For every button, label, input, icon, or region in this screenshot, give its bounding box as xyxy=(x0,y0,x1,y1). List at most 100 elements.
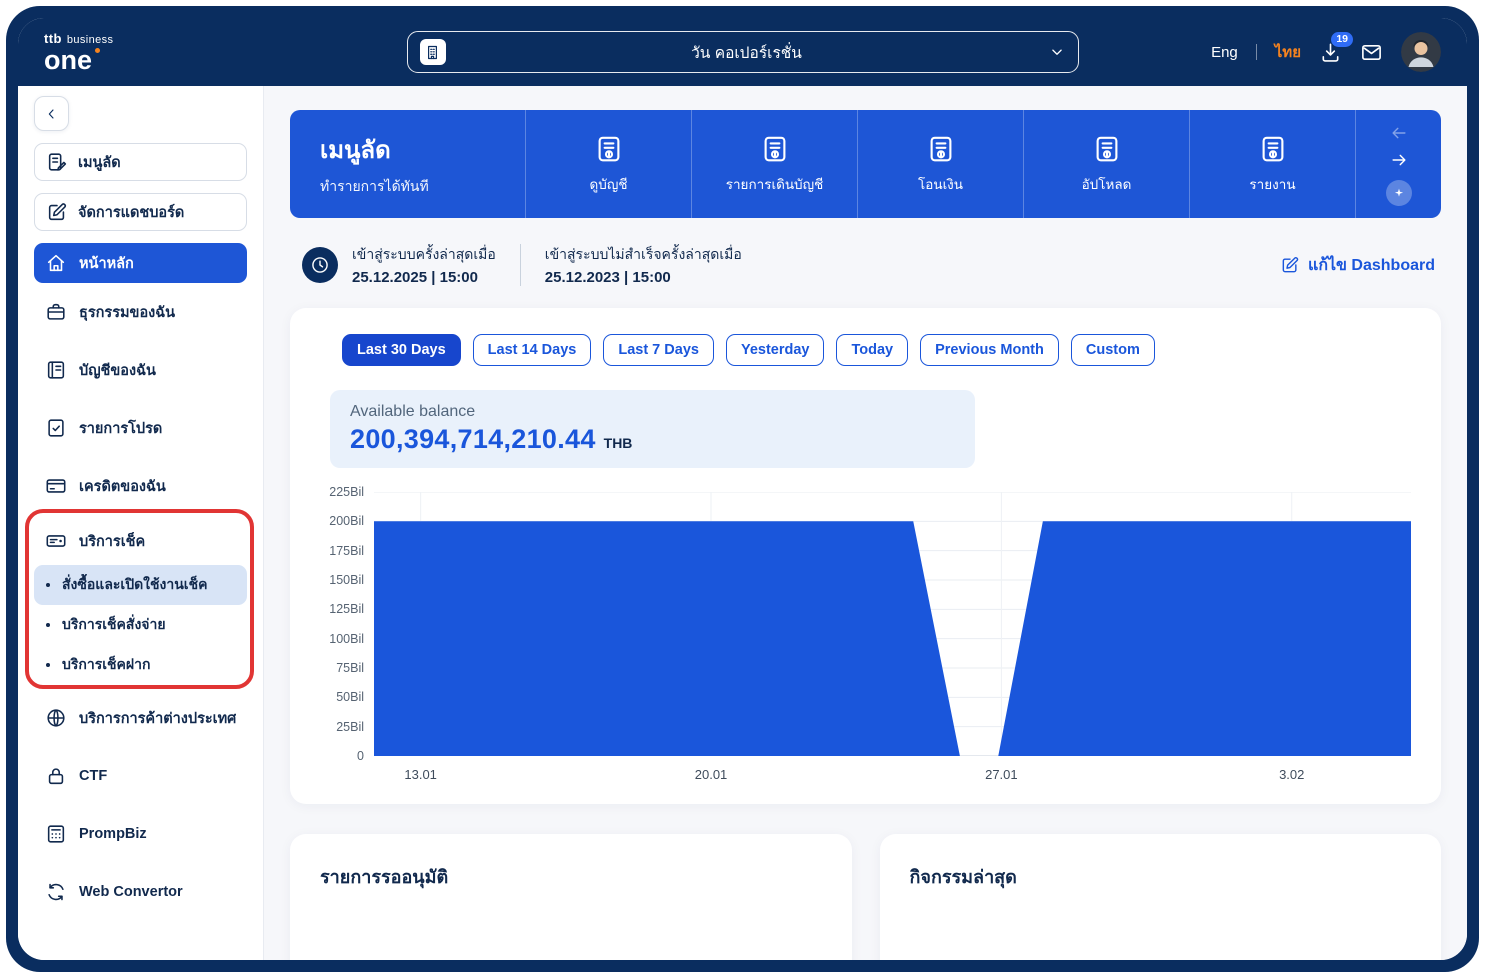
chart-area-path xyxy=(374,521,1411,756)
sidebar-subitem-cheque-deposit[interactable]: บริการเช็คฝาก xyxy=(34,645,247,685)
last-failed-login-block: เข้าสู่ระบบไม่สำเร็จครั้งล่าสุดเมื่อ 25.… xyxy=(545,244,742,286)
sparkle-icon[interactable] xyxy=(1386,180,1412,206)
sidebar-item-web-convertor[interactable]: Web Convertor xyxy=(34,863,247,921)
filter-chip[interactable]: Last 30 Days xyxy=(342,334,461,366)
quick-action-3[interactable]: โอนเงิน xyxy=(857,110,1023,218)
brand-name: one xyxy=(44,47,92,74)
arrow-left-icon[interactable] xyxy=(1389,123,1409,143)
passbook-icon xyxy=(1092,134,1122,164)
last-failed-login-value: 25.12.2023 | 15:00 xyxy=(545,269,742,286)
shortcut-banner: เมนูลัด ทำรายการได้ทันที ดูบัญชี รายการเ… xyxy=(290,110,1441,218)
company-selector[interactable]: วัน คอเปอร์เรชั่น xyxy=(407,31,1079,73)
filter-chip[interactable]: Custom xyxy=(1071,334,1155,366)
sidebar-item-my-credit[interactable]: เครดิตของฉัน xyxy=(34,457,247,515)
filter-chip[interactable]: Yesterday xyxy=(726,334,825,366)
sidebar-item-ctf[interactable]: CTF xyxy=(34,747,247,805)
bullet-dot xyxy=(46,663,50,667)
sidebar-collapse-button[interactable] xyxy=(34,96,69,131)
quick-actions: ดูบัญชี รายการเดินบัญชี โอนเงิน อัปโหลด … xyxy=(525,110,1355,218)
brand-logo: ttb business one xyxy=(44,31,113,74)
quick-action-label: อัปโหลด xyxy=(1082,173,1132,195)
arrow-right-icon[interactable] xyxy=(1389,150,1409,170)
y-tick-label: 25Bil xyxy=(336,720,364,734)
favorites-icon xyxy=(45,417,67,439)
sidebar-subitem-label: สั่งซื้อและเปิดใช้งานเช็ค xyxy=(62,574,207,596)
brand-prefix: ttb xyxy=(44,31,62,46)
trade-globe-icon xyxy=(45,707,67,729)
login-info-row: เข้าสู่ระบบครั้งล่าสุดเมื่อ 25.12.2025 |… xyxy=(302,244,1435,286)
filter-chip[interactable]: Last 7 Days xyxy=(603,334,714,366)
prompbiz-icon xyxy=(45,823,67,845)
filter-chip[interactable]: Today xyxy=(836,334,908,366)
bullet-dot xyxy=(46,623,50,627)
area-chart-svg xyxy=(374,492,1411,756)
cheque-services-group: บริการเช็ค สั่งซื้อและเปิดใช้งานเช็ค บริ… xyxy=(34,517,247,685)
language-eng[interactable]: Eng xyxy=(1211,44,1238,61)
sidebar-item-my-transactions[interactable]: ธุรกรรมของฉัน xyxy=(34,283,247,341)
x-tick-label: 13.01 xyxy=(404,767,437,782)
y-tick-label: 0 xyxy=(357,749,364,763)
sidebar-item-label: รายการโปรด xyxy=(79,417,162,440)
available-balance-box: Available balance 200,394,714,210.44 THB xyxy=(330,390,975,468)
chart-plot-area xyxy=(374,492,1411,756)
quick-action-2[interactable]: รายการเดินบัญชี xyxy=(691,110,857,218)
sidebar-subitem-cheque-payment[interactable]: บริการเช็คสั่งจ่าย xyxy=(34,605,247,645)
sidebar-item-label: เมนูลัด xyxy=(78,151,121,174)
quick-action-5[interactable]: รายงาน xyxy=(1189,110,1355,218)
sidebar-item-cheque-services[interactable]: บริการเช็ค xyxy=(34,517,247,565)
mail-button[interactable] xyxy=(1360,41,1383,64)
clock-icon xyxy=(302,247,338,283)
sidebar-item-label: PrompBiz xyxy=(79,826,147,842)
sidebar-item-international-trade[interactable]: บริการการค้าต่างประเทศ xyxy=(34,689,247,747)
filter-chip[interactable]: Last 14 Days xyxy=(473,334,592,366)
user-avatar[interactable] xyxy=(1401,32,1441,72)
sidebar-item-shortcut-menu[interactable]: เมนูลัด xyxy=(34,143,247,181)
chart-card: Last 30 Days Last 14 Days Last 7 Days Yeste… xyxy=(290,308,1441,804)
sidebar-item-my-accounts[interactable]: บัญชีของฉัน xyxy=(34,341,247,399)
passbook-icon xyxy=(760,134,790,164)
company-selector-value: วัน คอเปอร์เรชั่น xyxy=(446,40,1048,65)
topbar-right: Eng ไทย 19 xyxy=(1211,32,1441,72)
transactions-icon xyxy=(45,301,67,323)
y-tick-label: 100Bil xyxy=(329,632,364,646)
sidebar-item-label: CTF xyxy=(79,768,107,784)
brand-orange-dot xyxy=(95,48,100,53)
last-failed-login-label: เข้าสู่ระบบไม่สำเร็จครั้งล่าสุดเมื่อ xyxy=(545,244,742,266)
activity-card-title: กิจกรรมล่าสุด xyxy=(910,862,1412,891)
device-frame: ttb business one วัน คอเปอร์เรชั่น Eng xyxy=(6,6,1479,972)
sidebar-item-prompbiz[interactable]: PrompBiz xyxy=(34,805,247,863)
sidebar-item-label: บริการการค้าต่างประเทศ xyxy=(79,707,236,730)
cheque-icon xyxy=(45,530,67,552)
download-button[interactable]: 19 xyxy=(1319,41,1342,64)
filter-chips: Last 30 Days Last 14 Days Last 7 Days Yeste… xyxy=(342,334,1411,366)
y-tick-label: 150Bil xyxy=(329,573,364,587)
language-thai[interactable]: ไทย xyxy=(1275,40,1301,64)
x-tick-label: 3.02 xyxy=(1279,767,1304,782)
home-icon xyxy=(45,252,67,274)
banner-title-block: เมนูลัด ทำรายการได้ทันที xyxy=(290,110,525,218)
quick-action-1[interactable]: ดูบัญชี xyxy=(525,110,691,218)
balance-area-chart: 225Bil200Bil175Bil150Bil125Bil100Bil75Bi… xyxy=(320,492,1411,756)
banner-carousel-nav xyxy=(1355,110,1441,218)
quick-action-4[interactable]: อัปโหลด xyxy=(1023,110,1189,218)
sidebar-subitem-order-activate-cheque[interactable]: สั่งซื้อและเปิดใช้งานเช็ค xyxy=(34,565,247,605)
bottom-cards-row: รายการรออนุมัติ กิจกรรมล่าสุด xyxy=(290,834,1441,960)
sidebar-item-label: หน้าหลัก xyxy=(79,252,134,275)
balance-currency: THB xyxy=(604,435,633,451)
edit-dashboard-link[interactable]: แก้ไข Dashboard xyxy=(1280,253,1435,278)
filter-chip[interactable]: Previous Month xyxy=(920,334,1059,366)
balance-value: 200,394,714,210.44 xyxy=(350,424,596,455)
sidebar-item-manage-dashboard[interactable]: จัดการแดชบอร์ด xyxy=(34,193,247,231)
last-login-value: 25.12.2025 | 15:00 xyxy=(352,269,496,286)
x-tick-label: 20.01 xyxy=(695,767,728,782)
download-badge: 19 xyxy=(1331,32,1353,48)
lock-icon xyxy=(45,765,67,787)
sidebar-item-label: ธุรกรรมของฉัน xyxy=(79,301,175,324)
sidebar-item-favorites[interactable]: รายการโปรด xyxy=(34,399,247,457)
language-divider xyxy=(1256,44,1257,60)
x-axis-labels: 13.0120.0127.013.02 xyxy=(374,756,1411,788)
y-tick-label: 75Bil xyxy=(336,661,364,675)
sidebar-item-home[interactable]: หน้าหลัก xyxy=(34,243,247,283)
credit-card-icon xyxy=(45,475,67,497)
edit-dashboard-icon xyxy=(46,201,68,223)
